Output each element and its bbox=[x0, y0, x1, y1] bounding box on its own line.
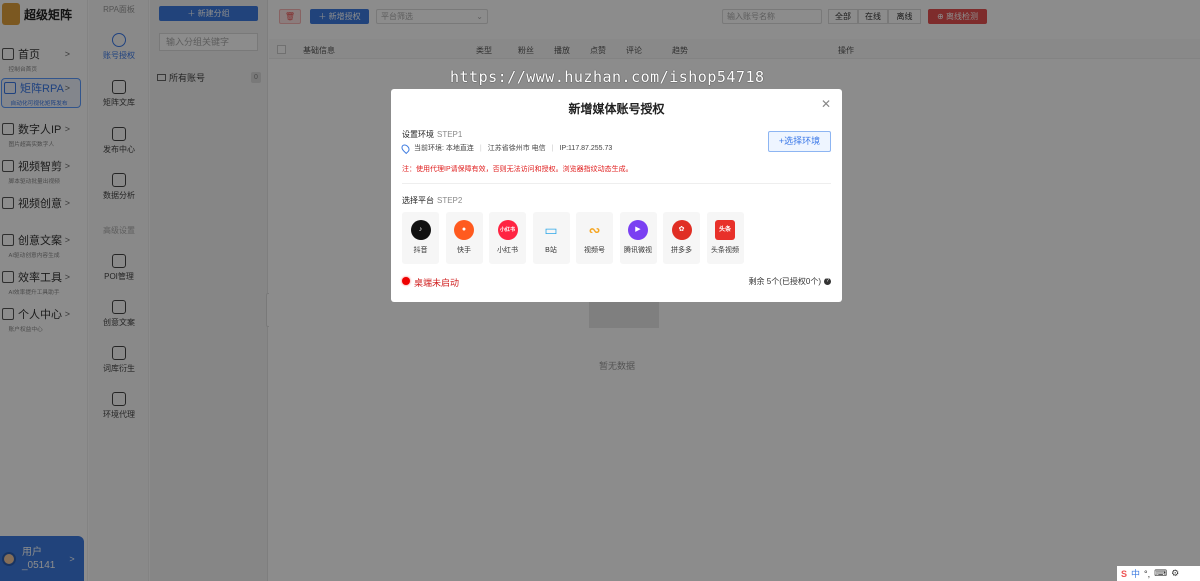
step2-title: 选择平台 bbox=[402, 196, 434, 205]
help-icon[interactable]: ? bbox=[824, 278, 831, 285]
platform-label: B站 bbox=[545, 247, 557, 254]
remaining-quota: 剩余 5个(已授权0个) ? bbox=[749, 276, 831, 287]
platform-label: 头条视频 bbox=[711, 247, 739, 254]
ime-indicator[interactable]: 中 bbox=[1131, 567, 1140, 580]
platform-xiaohongshu[interactable]: 小红书 小红书 bbox=[489, 212, 526, 264]
settings-icon[interactable]: ⚙ bbox=[1171, 568, 1179, 579]
platform-shipinhao[interactable]: ∾ 视频号 bbox=[576, 212, 613, 264]
bilibili-icon: ▭ bbox=[544, 222, 558, 238]
platform-kuaishou[interactable]: ● 快手 bbox=[445, 212, 483, 264]
step2-tag: STEP2 bbox=[437, 196, 463, 205]
step1-tag: STEP1 bbox=[437, 130, 463, 139]
desktop-status-text: 桌端未启动 bbox=[414, 278, 460, 288]
platform-douyin[interactable]: ♪ 抖音 bbox=[402, 212, 439, 264]
platform-label: 小红书 bbox=[497, 247, 518, 254]
divider bbox=[402, 183, 831, 184]
env-current: 当前环境: 本地直连 bbox=[414, 145, 474, 152]
remaining-quota-text: 剩余 5个(已授权0个) bbox=[748, 277, 821, 286]
platform-label: 拼多多 bbox=[671, 247, 692, 254]
platform-label: 腾讯微视 bbox=[624, 247, 652, 254]
platform-toutiao[interactable]: 头条 头条视频 bbox=[706, 212, 744, 264]
url-watermark: https://www.huzhan.com/ishop54718 bbox=[450, 68, 765, 86]
location-icon bbox=[399, 142, 412, 154]
status-dot-icon bbox=[402, 277, 410, 285]
platform-pinduoduo[interactable]: ✿ 拼多多 bbox=[663, 212, 700, 264]
platform-list: ♪ 抖音 ● 快手 小红书 小红书 ▭ B站 ∾ 视频号 ▶ 腾讯微视 ✿ 拼多… bbox=[402, 212, 750, 264]
platform-label: 抖音 bbox=[413, 247, 428, 254]
env-note: 注：使用代理IP请保障有效，否则无法访问和授权。浏览器指纹动态生成。 bbox=[402, 166, 633, 173]
douyin-icon: ♪ bbox=[410, 220, 431, 240]
platform-label: 快手 bbox=[457, 247, 471, 254]
add-account-auth-modal: 新增媒体账号授权 ✕ 设置环境 STEP1 当前环境: 本地直连 | 江苏省徐州市… bbox=[391, 89, 842, 302]
toutiao-icon: 头条 bbox=[715, 220, 735, 240]
keyboard-icon[interactable]: ⌨ bbox=[1154, 568, 1167, 579]
modal-title: 新增媒体账号授权 bbox=[568, 102, 665, 116]
step1-title: 设置环境 bbox=[402, 130, 434, 139]
punctuation-icon[interactable]: °, bbox=[1144, 569, 1150, 579]
app-tray-icon[interactable]: S bbox=[1121, 569, 1127, 579]
env-info: 当前环境: 本地直连 | 江苏省徐州市 电信 | IP:117.87.255.7… bbox=[399, 142, 613, 154]
platform-label: 视频号 bbox=[584, 247, 605, 254]
select-env-button[interactable]: +选择环境 bbox=[768, 131, 831, 152]
platform-bilibili[interactable]: ▭ B站 bbox=[532, 212, 570, 264]
kuaishou-icon: ● bbox=[454, 220, 474, 240]
pinduoduo-icon: ✿ bbox=[671, 220, 692, 240]
env-ip: IP:117.87.255.73 bbox=[559, 144, 613, 152]
step1-label: 设置环境 STEP1 bbox=[402, 129, 462, 140]
env-region: 江苏省徐州市 电信 bbox=[487, 145, 546, 152]
step2-label: 选择平台 STEP2 bbox=[402, 195, 462, 206]
close-icon[interactable]: ✕ bbox=[821, 97, 831, 111]
shipinhao-icon: ∾ bbox=[588, 222, 601, 238]
xiaohongshu-icon: 小红书 bbox=[497, 220, 518, 240]
weishi-icon: ▶ bbox=[628, 220, 648, 240]
system-tray: S 中 °, ⌨ ⚙ bbox=[1117, 566, 1200, 581]
platform-weishi[interactable]: ▶ 腾讯微视 bbox=[619, 212, 657, 264]
